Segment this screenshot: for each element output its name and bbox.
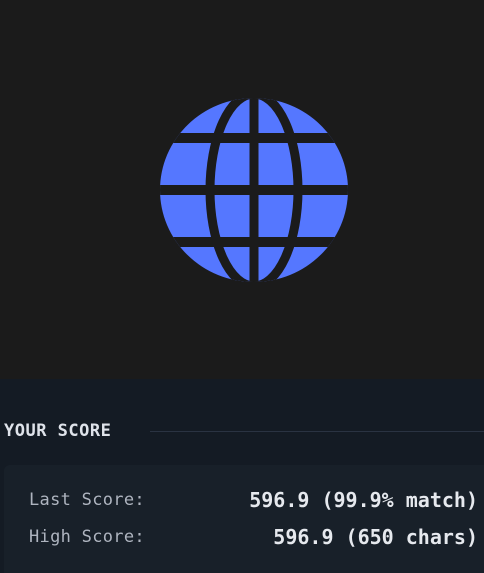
globe-icon <box>160 98 348 282</box>
last-score-row: Last Score: 596.9 (99.9% match) <box>29 486 478 514</box>
app-root: YOUR SCORE Last Score: 596.9 (99.9% matc… <box>0 0 484 573</box>
last-score-value: 596.9 (99.9% match) <box>249 488 478 512</box>
score-section: YOUR SCORE Last Score: 596.9 (99.9% matc… <box>0 379 484 573</box>
last-score-label: Last Score: <box>29 490 145 510</box>
high-score-row: High Score: 596.9 (650 chars) <box>29 523 478 551</box>
heading-divider <box>150 431 484 432</box>
score-card: Last Score: 596.9 (99.9% match) High Sco… <box>4 465 484 573</box>
high-score-label: High Score: <box>29 527 145 547</box>
score-heading: YOUR SCORE <box>4 421 112 441</box>
high-score-value: 596.9 (650 chars) <box>273 525 478 549</box>
render-preview <box>0 0 484 379</box>
